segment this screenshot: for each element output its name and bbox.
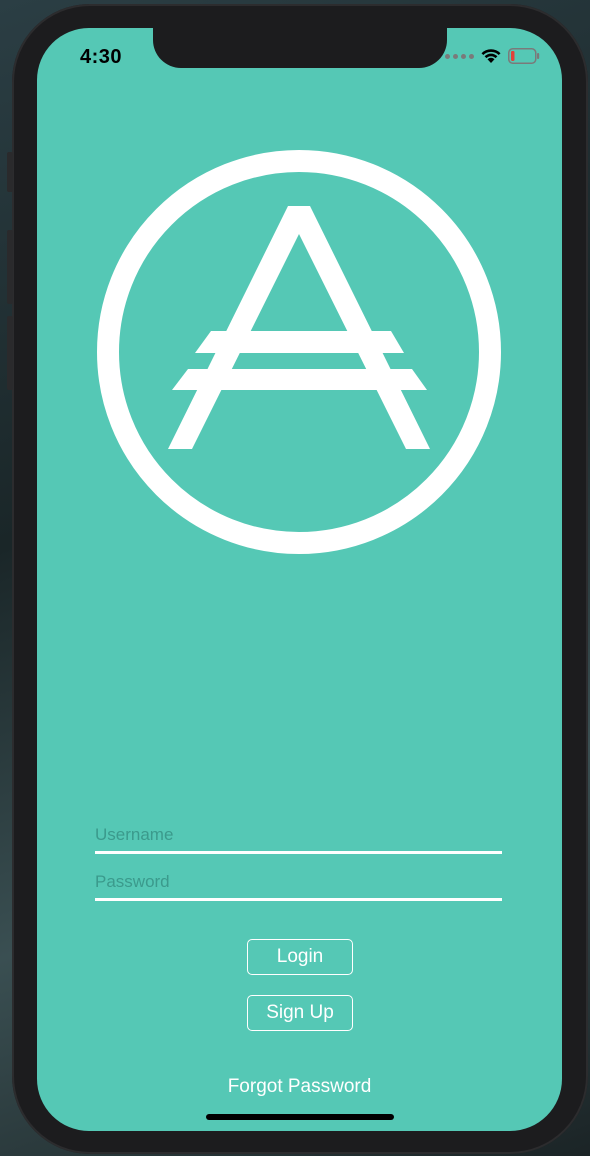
side-button-volume-up — [7, 230, 13, 304]
wifi-icon — [481, 49, 501, 63]
circled-a-logo-icon — [97, 150, 501, 554]
app-screen: 4:30 Login Sign Up Forgot Password — [37, 28, 562, 1131]
side-button-mute — [7, 152, 13, 192]
home-indicator[interactable] — [206, 1114, 394, 1120]
status-icons — [445, 48, 540, 64]
status-time: 4:30 — [80, 46, 123, 68]
cellular-dots-icon — [445, 53, 474, 59]
notch — [153, 28, 447, 68]
login-button[interactable]: Login — [247, 939, 353, 975]
battery-low-icon — [508, 48, 540, 64]
forgot-password-link[interactable]: Forgot Password — [37, 1076, 562, 1098]
username-field[interactable] — [95, 818, 502, 854]
sign-up-button[interactable]: Sign Up — [247, 995, 353, 1031]
password-field[interactable] — [95, 865, 502, 901]
side-button-volume-down — [7, 316, 13, 390]
